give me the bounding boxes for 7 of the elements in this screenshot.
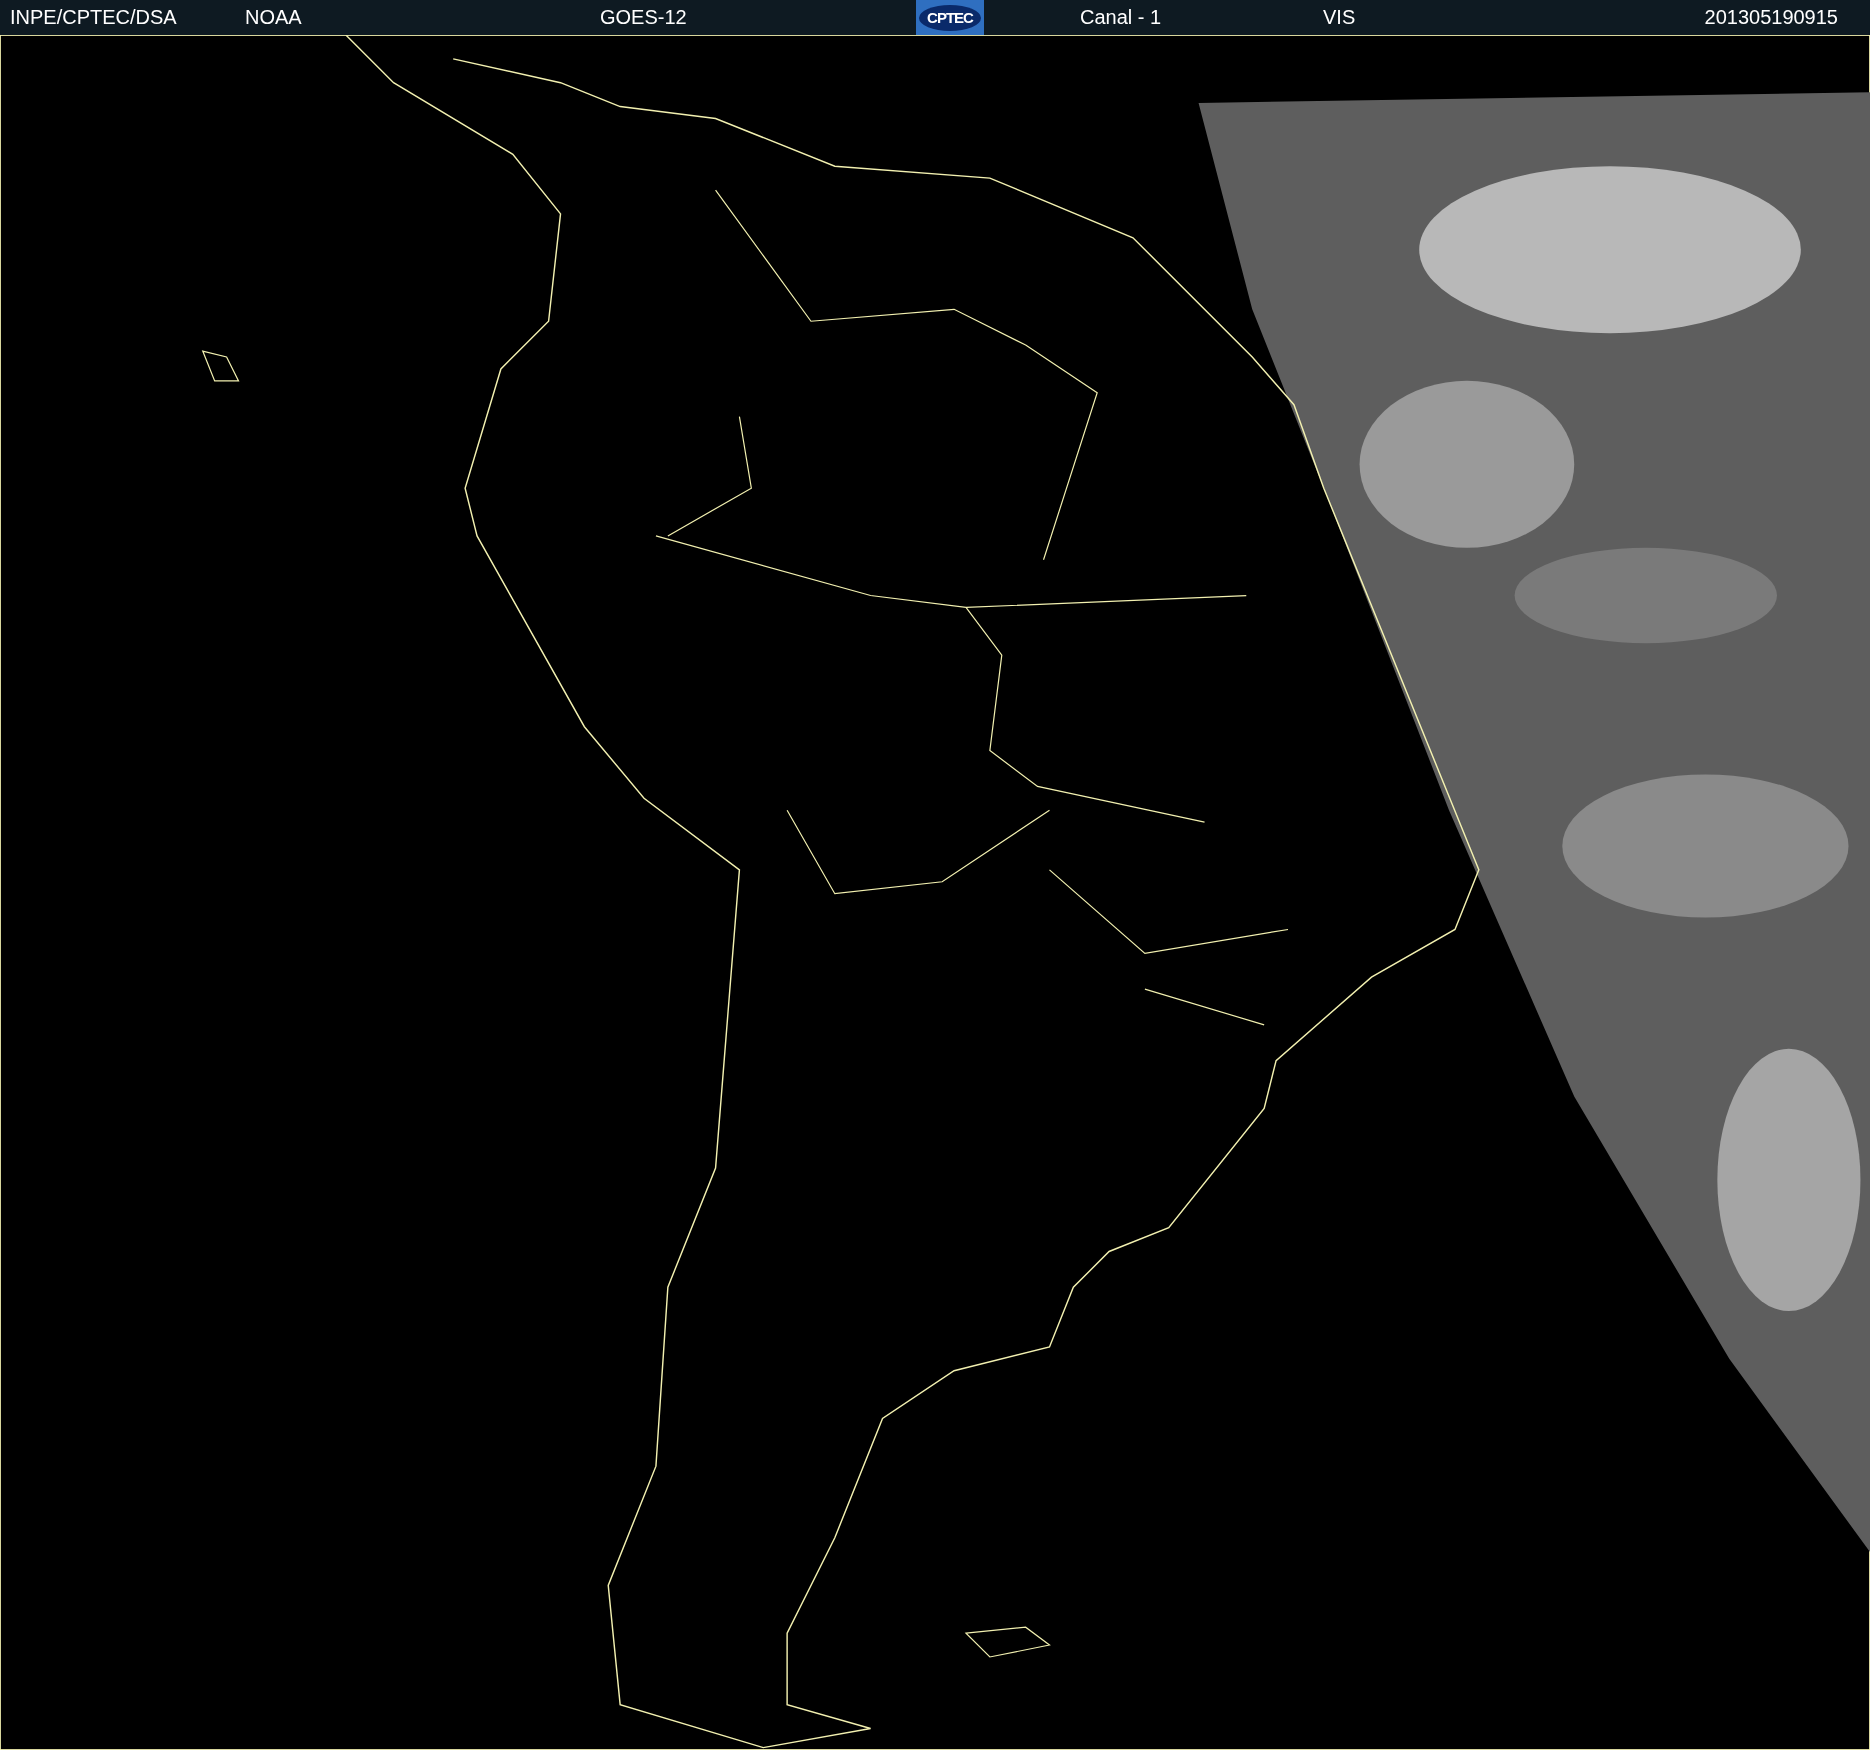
channel-label: Canal - 1 — [1080, 6, 1162, 29]
timestamp-label: 201305190915 — [1704, 6, 1839, 29]
source-label: NOAA — [245, 6, 302, 29]
agency-label: INPE/CPTEC/DSA — [10, 6, 177, 29]
satellite-label: GOES-12 — [600, 6, 687, 29]
logo-icon: CPTEC — [916, 0, 984, 35]
band-label: VIS — [1323, 6, 1356, 29]
